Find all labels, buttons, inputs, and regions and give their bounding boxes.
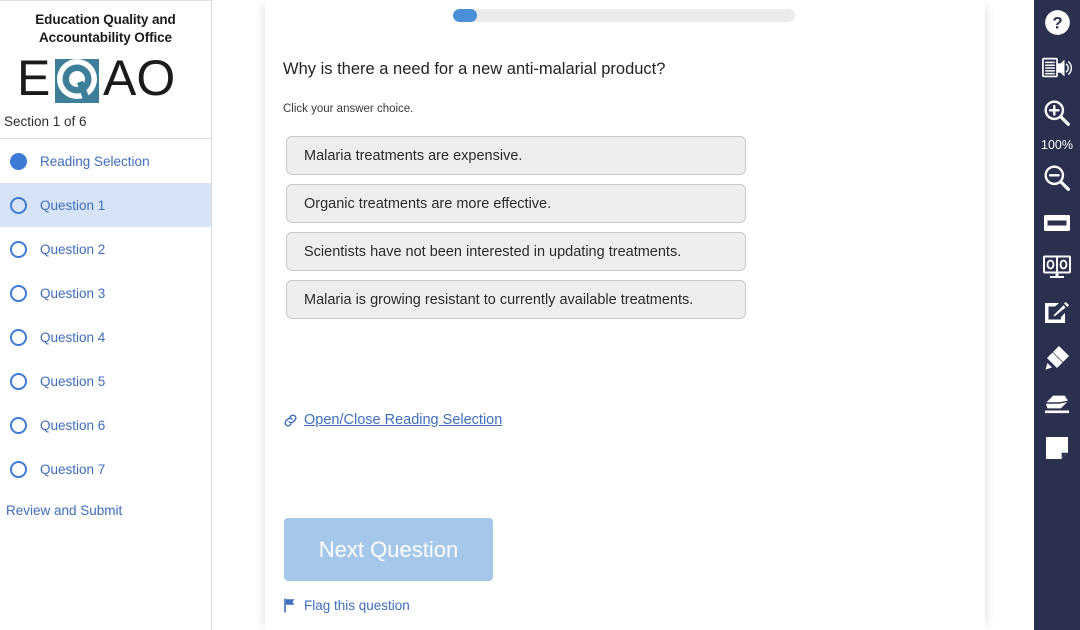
section-indicator: Section 1 of 6 [0,104,211,140]
eqao-logo: E AO [0,52,211,104]
sidebar-item-question-3[interactable]: Question 3 [0,271,211,315]
sidebar-item-label: Question 4 [40,329,106,345]
sidebar-item-question-6[interactable]: Question 6 [0,403,211,447]
text-to-speech-button[interactable] [1034,45,1080,90]
highlighter-icon [1045,345,1069,369]
status-dot-empty-icon [10,196,27,214]
sidebar-item-question-4[interactable]: Question 4 [0,315,211,359]
help-button[interactable]: ? [1034,0,1080,45]
sidebar-item-label: Question 6 [40,417,106,433]
sidebar-item-label: Question 7 [40,461,106,477]
svg-text:E: E [17,53,50,103]
sidebar-item-question-7[interactable]: Question 7 [0,447,211,491]
sticky-note-button[interactable] [1034,425,1080,470]
sticky-note-icon [1046,436,1068,459]
sidebar-item-question-1[interactable]: Question 1 [0,183,211,228]
sidebar-item-label: Question 5 [40,373,106,389]
sidebar-item-label: Question 2 [40,241,106,257]
sidebar-item-question-2[interactable]: Question 2 [0,227,211,271]
accessibility-toolbar: ? 100% [1034,0,1080,630]
next-question-button[interactable]: Next Question [284,518,493,581]
open-close-reading-selection-link[interactable]: Open/Close Reading Selection [283,412,502,428]
question-prompt: Why is there a need for a new anti-malar… [283,60,666,78]
sidebar-item-label: Reading Selection [40,153,150,169]
svg-text:AO: AO [103,53,175,103]
sidebar-item-label: Question 3 [40,285,106,301]
answer-choice-option[interactable]: Scientists have not been interested in u… [286,232,746,271]
assessment-app: Education Quality and Accountability Off… [0,0,1080,630]
help-icon: ? [1044,10,1070,35]
reading-selection-link-label: Open/Close Reading Selection [304,412,503,428]
line-reader-icon [1044,214,1070,231]
eqao-logo-svg: E AO [17,53,175,104]
status-dot-empty-icon [10,240,27,258]
split-screen-icon [1043,255,1071,278]
edit-notes-button[interactable] [1034,290,1080,335]
zoom-out-icon [1044,165,1070,191]
edit-pencil-icon [1045,302,1069,323]
brand-header: Education Quality and Accountability Off… [0,1,211,104]
zoom-level-label: 100% [1041,138,1073,152]
status-dot-empty-icon [10,416,27,434]
answer-instruction: Click your answer choice. [283,103,414,115]
status-dot-filled-icon [10,152,27,170]
answer-choice-option[interactable]: Organic treatments are more effective. [286,184,746,223]
sidebar-item-review-and-submit[interactable]: Review and Submit [0,491,211,518]
svg-text:?: ? [1052,14,1062,33]
status-dot-empty-icon [10,460,27,478]
sidebar-item-label: Question 1 [40,197,106,213]
link-chain-icon [284,413,297,427]
progress-bar [453,9,795,22]
answer-choice-option[interactable]: Malaria treatments are expensive. [286,136,746,175]
split-screen-button[interactable] [1034,245,1080,290]
progress-bar-fill [453,9,477,22]
status-dot-empty-icon [10,284,27,302]
text-to-speech-icon [1042,57,1072,77]
answer-choice-option[interactable]: Malaria is growing resistant to currentl… [286,280,746,319]
question-nav-list: Reading Selection Question 1 Question 2 … [0,139,211,491]
highlighter-button[interactable] [1034,335,1080,380]
line-reader-button[interactable] [1034,200,1080,245]
sidebar-item-reading-selection[interactable]: Reading Selection [0,139,211,183]
eraser-button[interactable] [1034,380,1080,425]
flag-question-label: Flag this question [304,598,410,613]
eraser-icon [1044,393,1070,413]
zoom-out-button[interactable] [1034,155,1080,200]
sidebar: Education Quality and Accountability Off… [0,0,212,630]
organization-name: Education Quality and Accountability Off… [35,12,176,45]
question-panel: Why is there a need for a new anti-malar… [265,0,985,630]
flag-icon [284,598,295,613]
status-dot-empty-icon [10,328,27,346]
zoom-in-button[interactable] [1034,90,1080,135]
flag-question-button[interactable]: Flag this question [283,598,410,613]
answer-choice-list: Malaria treatments are expensive. Organi… [286,136,746,328]
status-dot-empty-icon [10,372,27,390]
sidebar-item-question-5[interactable]: Question 5 [0,359,211,403]
zoom-in-icon [1044,100,1070,126]
